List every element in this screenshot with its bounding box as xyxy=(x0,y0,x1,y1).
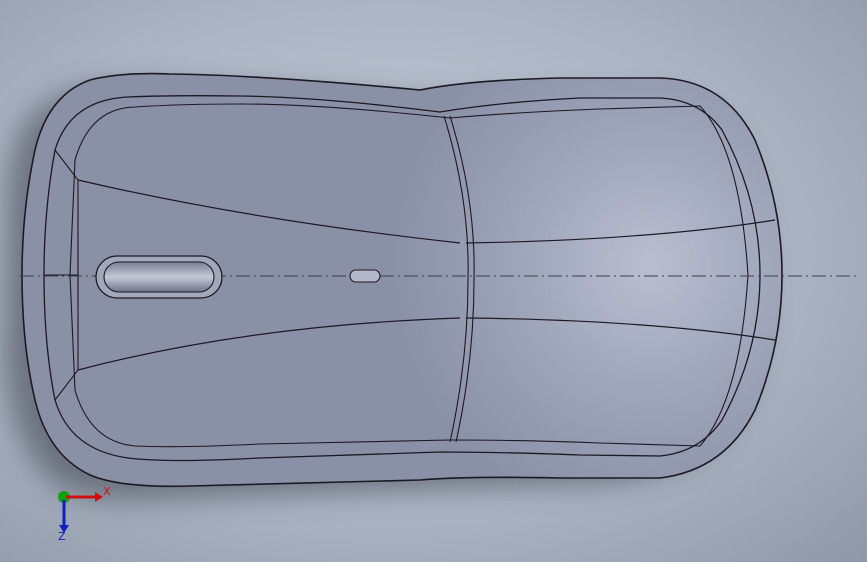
triad-x-label: X xyxy=(103,485,111,498)
orientation-triad xyxy=(58,491,103,533)
scroll-wheel[interactable] xyxy=(103,261,215,293)
indicator-slot xyxy=(349,269,381,283)
triad-z-label: Z xyxy=(58,530,66,543)
3d-viewport[interactable]: X Z xyxy=(0,0,867,562)
mouse-model-view[interactable] xyxy=(0,0,867,562)
